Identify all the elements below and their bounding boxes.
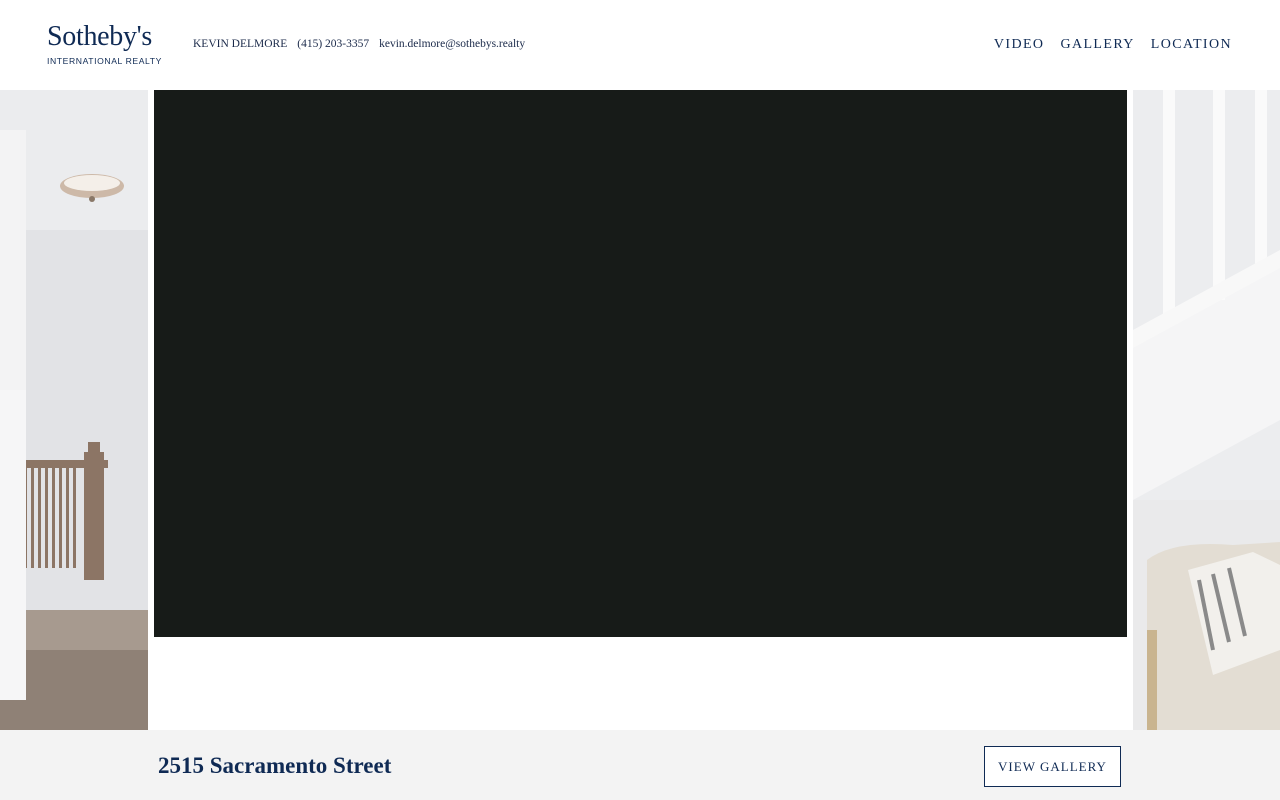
sothebys-logo[interactable]: Sotheby's INTERNATIONAL REALTY [47, 22, 167, 68]
agent-phone-link[interactable]: (415) 203-3357 [297, 38, 369, 50]
nav-location[interactable]: LOCATION [1151, 37, 1232, 53]
media-carousel [0, 90, 1280, 730]
property-video-player[interactable] [154, 90, 1127, 637]
nav-video[interactable]: VIDEO [994, 37, 1045, 53]
agent-email-link[interactable]: kevin.delmore@sothebys.realty [379, 38, 525, 50]
site-header: Sotheby's INTERNATIONAL REALTY KEVIN DEL… [0, 0, 1280, 90]
nav-gallery[interactable]: GALLERY [1060, 37, 1134, 53]
agent-contact: KEVIN DELMORE (415) 203-3357 kevin.delmo… [193, 38, 525, 50]
property-address: 2515 Sacramento Street [158, 753, 392, 778]
main-nav: VIDEO GALLERY LOCATION [994, 37, 1232, 53]
previous-slide-image[interactable] [0, 90, 148, 730]
next-slide-image[interactable] [1133, 90, 1280, 730]
logo-wordmark: Sotheby's [47, 21, 153, 52]
property-footer-bar: 2515 Sacramento Street VIEW GALLERY [0, 730, 1280, 800]
view-gallery-button[interactable]: VIEW GALLERY [984, 746, 1121, 787]
agent-name: KEVIN DELMORE [193, 38, 288, 50]
logo-tagline: INTERNATIONAL REALTY [47, 56, 162, 66]
staircase-photo [1133, 90, 1280, 730]
hallway-photo [0, 90, 148, 730]
